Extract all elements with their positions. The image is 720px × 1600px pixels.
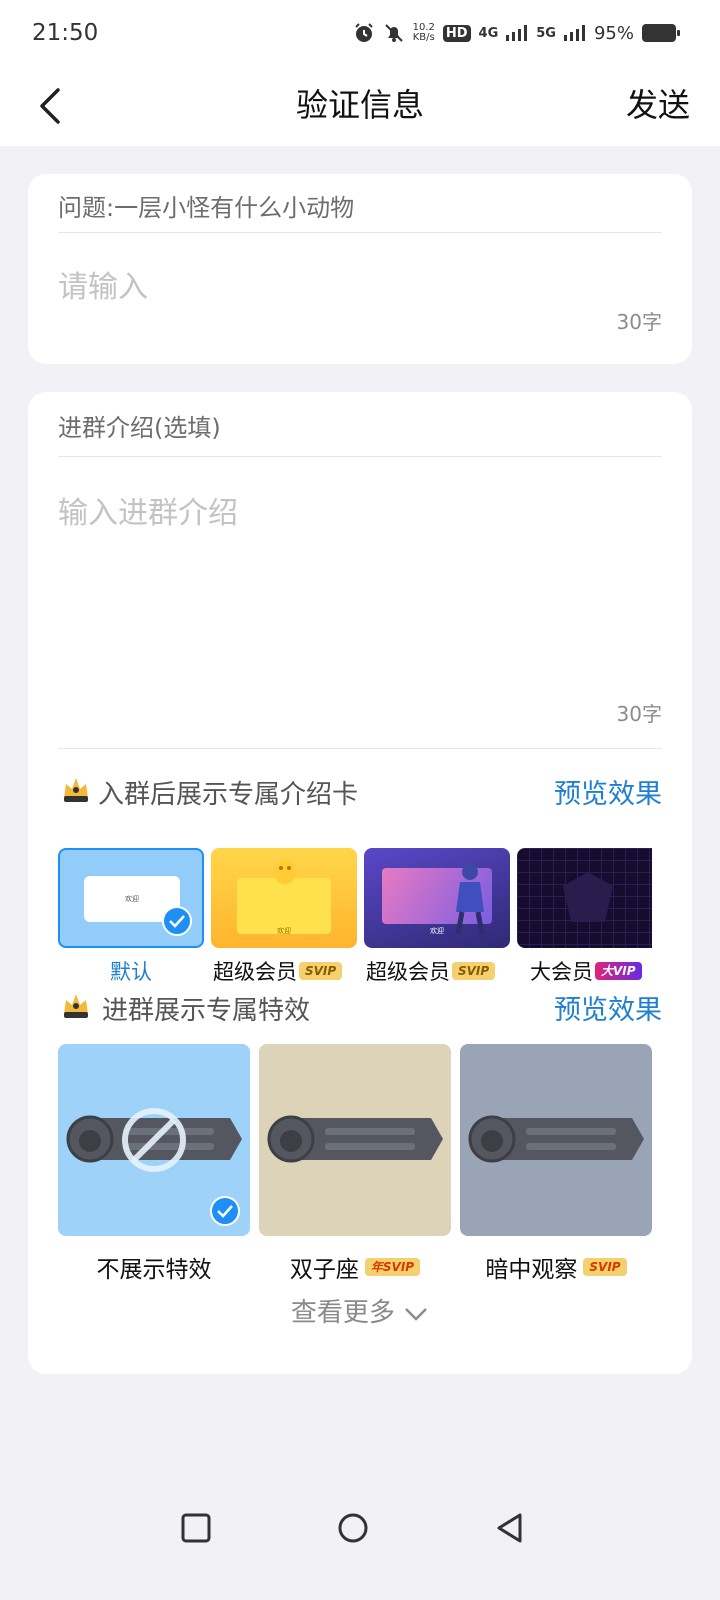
effect-lurking[interactable] (460, 1044, 652, 1236)
page-title: 验证信息 (295, 86, 424, 124)
alarm-icon (354, 23, 373, 42)
big-vip-badge: 大VIP (595, 962, 642, 980)
character-figure-icon (455, 864, 485, 935)
effect-label-text: 双子座 (289, 1257, 359, 1283)
effect-preview-link[interactable]: 预览效果 (554, 988, 662, 1027)
status-time: 21:50 (32, 20, 99, 46)
answer-input[interactable]: 请输入 (58, 262, 148, 306)
divider (58, 232, 662, 233)
intro-card-section-header: 入群后展示专属介绍卡 预览效果 (58, 772, 662, 812)
emblem-icon (563, 872, 613, 922)
card-preview-text: 欢迎 (277, 927, 291, 935)
intro-card-label-text: 超级会员 (366, 960, 450, 984)
signal-bars-icon-2 (563, 25, 585, 41)
battery-percent: 95% (593, 22, 634, 44)
status-bar: 21:50 10.2 KB/s HD 4G 5G 95% (0, 0, 720, 70)
effect-bar-icon (267, 1115, 443, 1163)
nav-bar: 验证信息 发送 (0, 70, 720, 146)
crown-icon (64, 994, 88, 1018)
question-card: 问题:一层小怪有什么小动物 请输入 30字 (28, 174, 692, 364)
intro-input[interactable]: 输入进群介绍 (58, 488, 238, 532)
effect-bar-icon (468, 1115, 644, 1163)
effect-options: 不展示特效 双子座 年SVIP 暗中观察 SVIP (58, 1044, 662, 1284)
svip-badge: SVIP (583, 1258, 627, 1276)
effect-label-text: 暗中观察 (485, 1257, 578, 1283)
intro-card-label-svip-gold: 超级会员 SVIP (213, 956, 373, 986)
battery-icon (642, 24, 680, 42)
intro-label: 进群介绍(选填) (58, 414, 221, 442)
home-icon[interactable] (333, 1508, 373, 1548)
intro-card-preview-link[interactable]: 预览效果 (554, 772, 662, 811)
signal-bars-icon (506, 25, 528, 41)
system-nav-bar (0, 1508, 720, 1558)
card-preview-text: 欢迎 (125, 895, 139, 903)
recent-apps-icon[interactable] (176, 1508, 216, 1548)
penguin-icon (274, 860, 296, 884)
net-speed: 10.2 KB/s (413, 23, 435, 43)
card-preview-text: 欢迎 (430, 927, 444, 935)
intro-card-label-svip-purple: 超级会员 SVIP (366, 956, 526, 986)
divider (58, 748, 662, 749)
status-icons: 10.2 KB/s HD 4G 5G 95% (353, 22, 680, 44)
effect-label-none: 不展示特效 (58, 1250, 250, 1284)
effect-section-header: 进群展示专属特效 预览效果 (58, 988, 662, 1028)
svip-badge: SVIP (452, 962, 496, 980)
selected-check-icon (210, 1196, 240, 1226)
effect-label-gemini: 双子座 年SVIP (259, 1250, 451, 1284)
view-more-button[interactable]: 查看更多 (28, 1292, 692, 1329)
question-label: 问题:一层小怪有什么小动物 (58, 194, 355, 222)
crown-icon (64, 778, 88, 802)
intro-card-label-big-vip: 大会员 大VIP (530, 956, 652, 986)
back-triangle-icon[interactable] (490, 1508, 530, 1548)
intro-card-svip-gold[interactable]: 欢迎 (211, 848, 357, 948)
view-more-label: 查看更多 (290, 1298, 395, 1328)
intro-card-label-text: 超级会员 (213, 960, 297, 984)
hd-indicator: HD (442, 24, 471, 42)
annual-svip-badge: 年SVIP (364, 1258, 421, 1276)
intro-card-section-title: 入群后展示专属介绍卡 (98, 780, 359, 810)
intro-card-label-default: 默认 (58, 956, 204, 986)
intro-card-svip-purple[interactable]: 欢迎 (364, 848, 510, 948)
effect-label-text: 不展示特效 (96, 1257, 212, 1283)
intro-char-counter: 30字 (616, 702, 662, 726)
intro-card-big-vip[interactable] (517, 848, 652, 948)
intro-card-options: 欢迎 欢迎 欢迎 默认 超级会员 SVIP 超级会员 SVIP 大会员 大VIP (58, 848, 652, 988)
effect-none[interactable] (58, 1044, 250, 1236)
intro-card-label-text: 大会员 (530, 960, 593, 984)
signal-sim1: 4G (478, 25, 499, 41)
mute-bell-icon (384, 24, 403, 42)
divider (58, 456, 662, 457)
signal-sim2: 5G (536, 25, 556, 41)
effect-label-lurking: 暗中观察 SVIP (460, 1250, 652, 1284)
send-button[interactable]: 发送 (626, 80, 690, 126)
chevron-down-icon (405, 1307, 428, 1321)
effect-section-title: 进群展示专属特效 (102, 996, 311, 1026)
ban-icon (122, 1108, 186, 1172)
effect-gemini[interactable] (259, 1044, 451, 1236)
net-speed-unit: KB/s (412, 32, 435, 43)
answer-char-counter: 30字 (616, 310, 662, 334)
intro-card-label-text: 默认 (110, 960, 152, 984)
intro-card: 进群介绍(选填) 输入进群介绍 30字 入群后展示专属介绍卡 预览效果 欢迎 欢… (28, 392, 692, 1374)
selected-check-icon (162, 906, 192, 936)
intro-card-default[interactable]: 欢迎 (58, 848, 204, 948)
svip-badge: SVIP (299, 962, 343, 980)
